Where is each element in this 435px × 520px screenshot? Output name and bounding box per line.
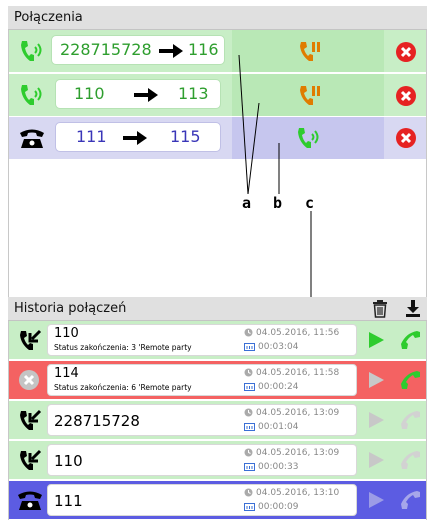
incoming-call-icon bbox=[20, 409, 42, 430]
clock-icon bbox=[244, 488, 253, 497]
history-card: 110 04.05.2016, 13:09 00:00:33 bbox=[47, 444, 357, 476]
play-icon[interactable] bbox=[368, 412, 384, 428]
play-icon[interactable] bbox=[368, 452, 384, 468]
history-card: 111 04.05.2016, 13:10 00:00:09 bbox=[47, 484, 357, 516]
history-duration: 00:00:24 bbox=[244, 382, 298, 392]
play-icon[interactable] bbox=[368, 492, 384, 508]
clock-icon bbox=[244, 408, 253, 417]
history-date-text: 04.05.2016, 13:10 bbox=[256, 488, 340, 498]
call-back-icon[interactable] bbox=[400, 329, 422, 351]
play-icon[interactable] bbox=[368, 332, 384, 348]
play-icon[interactable] bbox=[368, 372, 384, 388]
history-number: 110 bbox=[54, 452, 83, 470]
annotation-label-c: c bbox=[305, 194, 315, 212]
history-date: 04.05.2016, 13:09 bbox=[244, 408, 339, 418]
call-back-icon[interactable] bbox=[400, 409, 422, 431]
history-status: Status zakończenia: 6 'Remote party bbox=[54, 383, 192, 392]
history-date-text: 04.05.2016, 13:09 bbox=[256, 448, 340, 458]
call-back-icon[interactable] bbox=[400, 489, 422, 511]
history-number: 114 bbox=[54, 366, 79, 381]
history-date-text: 04.05.2016, 13:09 bbox=[256, 408, 340, 418]
history-duration-text: 00:00:24 bbox=[258, 382, 299, 392]
history-duration: 00:01:04 bbox=[244, 422, 298, 432]
history-number: 110 bbox=[54, 326, 79, 341]
history-date-text: 04.05.2016, 11:56 bbox=[256, 328, 340, 338]
desk-phone-icon bbox=[18, 491, 42, 510]
missed-call-icon bbox=[19, 370, 39, 390]
history-duration: 00:03:04 bbox=[244, 342, 298, 352]
trash-icon[interactable] bbox=[372, 300, 388, 318]
history-duration-text: 00:00:33 bbox=[258, 462, 299, 472]
history-card: 114 Status zakończenia: 6 'Remote party … bbox=[47, 364, 357, 396]
history-header: Historia połączeń bbox=[8, 297, 427, 321]
clock-icon bbox=[244, 448, 253, 457]
timer-icon bbox=[244, 383, 255, 391]
history-title: Historia połączeń bbox=[14, 301, 127, 316]
history-duration-text: 00:00:09 bbox=[258, 502, 299, 512]
history-row[interactable]: 110 Status zakończenia: 3 'Remote party … bbox=[9, 321, 426, 359]
annotation-lines bbox=[238, 54, 312, 300]
timer-icon bbox=[244, 423, 255, 431]
call-back-icon[interactable] bbox=[400, 449, 422, 471]
annotation-label-b: b bbox=[273, 194, 283, 212]
download-icon[interactable] bbox=[406, 300, 420, 317]
incoming-call-icon bbox=[20, 329, 42, 350]
timer-icon bbox=[244, 503, 255, 511]
history-row[interactable]: 114 Status zakończenia: 6 'Remote party … bbox=[9, 361, 426, 399]
timer-icon bbox=[244, 343, 255, 351]
history-card: 228715728 04.05.2016, 13:09 00:01:04 bbox=[47, 404, 357, 436]
history-row[interactable]: 110 04.05.2016, 13:09 00:00:33 bbox=[9, 441, 426, 479]
annotation-label-a: a bbox=[242, 194, 252, 212]
history-row[interactable]: 111 04.05.2016, 13:10 00:00:09 bbox=[9, 481, 426, 519]
history-date: 04.05.2016, 11:58 bbox=[244, 368, 339, 378]
history-duration-text: 00:01:04 bbox=[258, 422, 299, 432]
history-duration: 00:00:33 bbox=[244, 462, 298, 472]
history-row[interactable]: 228715728 04.05.2016, 13:09 00:01:04 bbox=[9, 401, 426, 439]
history-card: 110 Status zakończenia: 3 'Remote party … bbox=[47, 324, 357, 356]
history-duration-text: 00:03:04 bbox=[258, 342, 299, 352]
call-back-icon[interactable] bbox=[400, 369, 422, 391]
history-number: 111 bbox=[54, 492, 83, 510]
clock-icon bbox=[244, 368, 253, 377]
history-number: 228715728 bbox=[54, 412, 140, 430]
history-duration: 00:00:09 bbox=[244, 502, 298, 512]
history-date: 04.05.2016, 13:09 bbox=[244, 448, 339, 458]
history-status: Status zakończenia: 3 'Remote party bbox=[54, 343, 192, 352]
history-date: 04.05.2016, 11:56 bbox=[244, 328, 339, 338]
timer-icon bbox=[244, 463, 255, 471]
history-date-text: 04.05.2016, 11:58 bbox=[256, 368, 340, 378]
history-date: 04.05.2016, 13:10 bbox=[244, 488, 339, 498]
incoming-call-icon bbox=[20, 449, 42, 470]
clock-icon bbox=[244, 328, 253, 337]
